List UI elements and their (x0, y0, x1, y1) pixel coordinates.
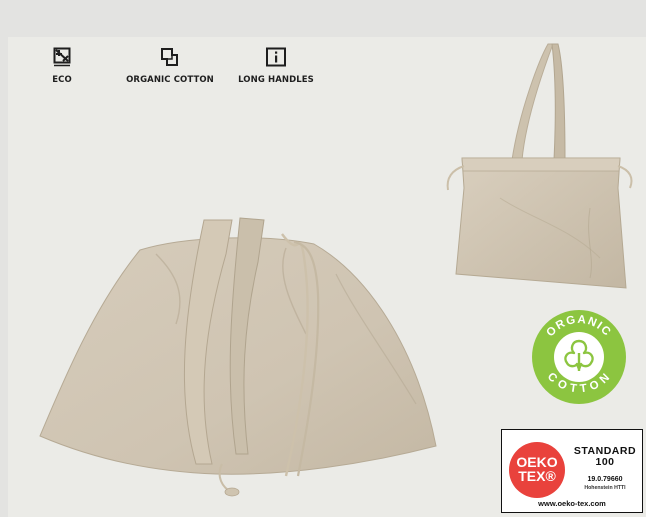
oeko-tex-label: OEKO TEX® STANDARD 100 19.0.79660 Hohens… (501, 429, 643, 513)
oeko-certificate-number: 19.0.79660 (587, 476, 623, 483)
feature-organic-cotton-label: ORGANIC COTTON (126, 75, 214, 85)
oeko-standard-line2: 100 (595, 456, 615, 468)
oeko-standard: STANDARD 100 (570, 446, 640, 468)
oeko-brand-line1: OEKO (516, 454, 558, 470)
organic-cotton-icon (118, 47, 222, 71)
feature-long-handles: LONG HANDLES (231, 47, 321, 85)
feature-eco: ECO (47, 47, 77, 85)
oeko-url: www.oeko-tex.com (538, 499, 606, 508)
info-icon (231, 47, 321, 71)
organic-cotton-badge: ORGANIC COTTON (531, 309, 627, 405)
eco-leaf-box-icon (47, 47, 77, 71)
product-image-tote-bag (440, 38, 644, 294)
oeko-brand-line2: TEX® (518, 468, 556, 484)
oeko-tex-logo: OEKO TEX® (509, 442, 565, 498)
feature-organic-cotton: ORGANIC COTTON (118, 47, 222, 85)
feature-eco-label: ECO (52, 75, 72, 85)
product-image-drawstring-bag (36, 214, 440, 504)
feature-long-handles-label: LONG HANDLES (238, 75, 314, 85)
oeko-institute: Hohenstein HTTI (584, 485, 626, 491)
